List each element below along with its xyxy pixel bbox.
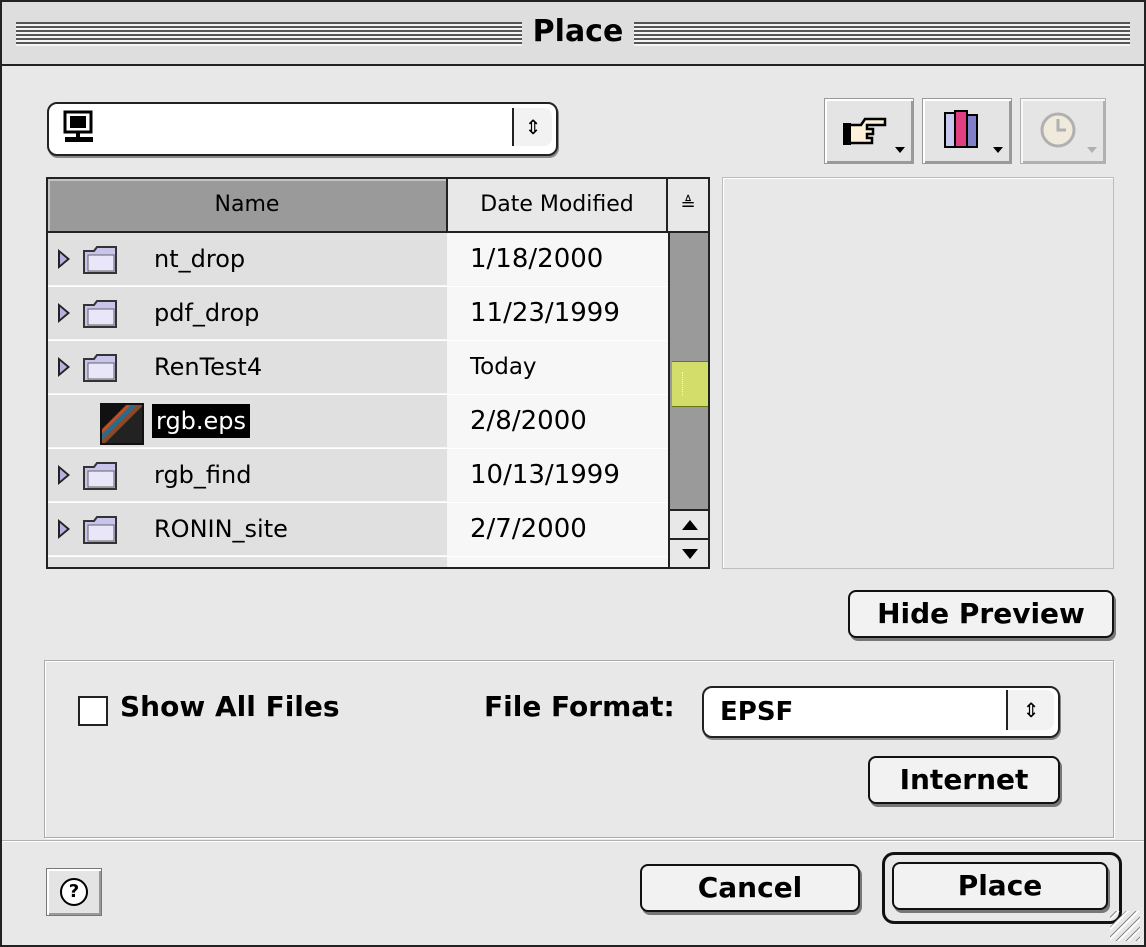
column-header-name[interactable]: Name (48, 179, 448, 233)
clock-icon (1040, 112, 1076, 148)
date-cell: 11/23/1999 (448, 287, 668, 339)
file-format-popup[interactable]: EPSF ⇕ (702, 686, 1060, 738)
arrow-up-icon (682, 519, 698, 530)
name-cell: RenTest4 (48, 341, 447, 393)
preview-pane (722, 177, 1114, 569)
column-header-date-modified[interactable]: Date Modified (448, 179, 668, 233)
table-row-partial[interactable] (48, 557, 668, 567)
place-button[interactable]: Place (892, 862, 1108, 910)
help-icon: ? (60, 878, 88, 906)
title-stripes-left (16, 22, 522, 46)
file-name: nt_drop (154, 245, 246, 273)
date-cell: 1/18/2000 (448, 233, 668, 285)
date-cell: Today (448, 341, 668, 393)
file-name: rgb_find (154, 461, 252, 489)
disclosure-triangle-icon[interactable] (58, 465, 70, 485)
title-bar[interactable]: Place (2, 2, 1144, 66)
table-row[interactable]: RONIN_site 2/7/2000 (48, 503, 668, 557)
internet-button[interactable]: Internet (868, 756, 1060, 804)
file-format-value: EPSF (720, 697, 794, 727)
date-cell: 2/7/2000 (448, 503, 668, 555)
folder-icon (83, 300, 117, 328)
desktop-computer-icon (63, 110, 93, 142)
disclosure-triangle-icon[interactable] (58, 303, 70, 323)
disclosure-triangle-icon[interactable] (58, 519, 70, 539)
file-name: RONIN_site (154, 515, 288, 543)
date-cell (448, 557, 668, 567)
name-cell: rgb_find (48, 449, 447, 501)
title-stripes-right (634, 22, 1130, 46)
name-cell (48, 557, 447, 567)
table-row[interactable]: pdf_drop 11/23/1999 (48, 287, 668, 341)
pointing-hand-icon (843, 117, 887, 145)
name-cell: RONIN_site (48, 503, 447, 555)
hide-preview-button[interactable]: Hide Preview (848, 590, 1114, 638)
resize-grip[interactable] (1110, 911, 1140, 941)
name-cell: rgb.eps (48, 395, 447, 447)
arrow-down-icon (682, 548, 698, 559)
file-name: rgb.eps (152, 404, 251, 438)
table-row[interactable]: nt_drop 1/18/2000 (48, 233, 668, 287)
location-popup[interactable]: ⇕ (47, 102, 558, 156)
file-list[interactable]: Name Date Modified ≜ nt_drop 1/18/2000 p… (46, 177, 710, 569)
folder-icon (83, 462, 117, 490)
separator (2, 840, 1144, 842)
date-cell: 10/13/1999 (448, 449, 668, 501)
chevron-down-icon (895, 147, 905, 153)
vertical-scrollbar[interactable] (668, 233, 708, 567)
chevron-down-icon (993, 147, 1003, 153)
file-name: RenTest4 (154, 353, 263, 381)
disclosure-triangle-icon[interactable] (58, 357, 70, 377)
chevron-down-icon (1087, 147, 1097, 153)
cancel-button[interactable]: Cancel (640, 864, 860, 912)
table-row[interactable]: rgb_find 10/13/1999 (48, 449, 668, 503)
date-cell: 2/8/2000 (448, 395, 668, 447)
sort-order-button[interactable]: ≜ (668, 179, 708, 233)
location-popup-arrows-icon[interactable]: ⇕ (512, 108, 552, 146)
file-name: pdf_drop (154, 299, 260, 327)
name-cell: nt_drop (48, 233, 447, 285)
eps-file-icon (100, 403, 144, 445)
folder-icon (83, 246, 117, 274)
table-row[interactable]: RenTest4 Today (48, 341, 668, 395)
books-icon (944, 110, 978, 148)
shortcuts-button[interactable] (824, 98, 914, 164)
folder-icon (83, 354, 117, 382)
recent-button[interactable] (1020, 98, 1106, 164)
scroll-up-button[interactable] (670, 509, 708, 538)
show-all-files-checkbox[interactable] (78, 696, 108, 726)
scroll-down-button[interactable] (670, 538, 708, 567)
window-title: Place (532, 14, 624, 49)
folder-icon (83, 516, 117, 544)
file-format-popup-arrows-icon[interactable]: ⇕ (1006, 690, 1054, 730)
file-format-label: File Format: (484, 690, 675, 723)
name-cell: pdf_drop (48, 287, 447, 339)
help-button[interactable]: ? (46, 868, 102, 916)
favorites-button[interactable] (922, 98, 1012, 164)
place-dialog: Place ⇕ Name Date Modified ≜ nt_drop 1/1… (0, 0, 1146, 947)
show-all-files-label[interactable]: Show All Files (120, 690, 340, 723)
table-row-selected[interactable]: rgb.eps 2/8/2000 (48, 395, 668, 449)
disclosure-triangle-icon[interactable] (58, 249, 70, 269)
scroll-thumb[interactable] (672, 361, 708, 407)
file-rows: nt_drop 1/18/2000 pdf_drop 11/23/1999 Re… (48, 233, 668, 567)
